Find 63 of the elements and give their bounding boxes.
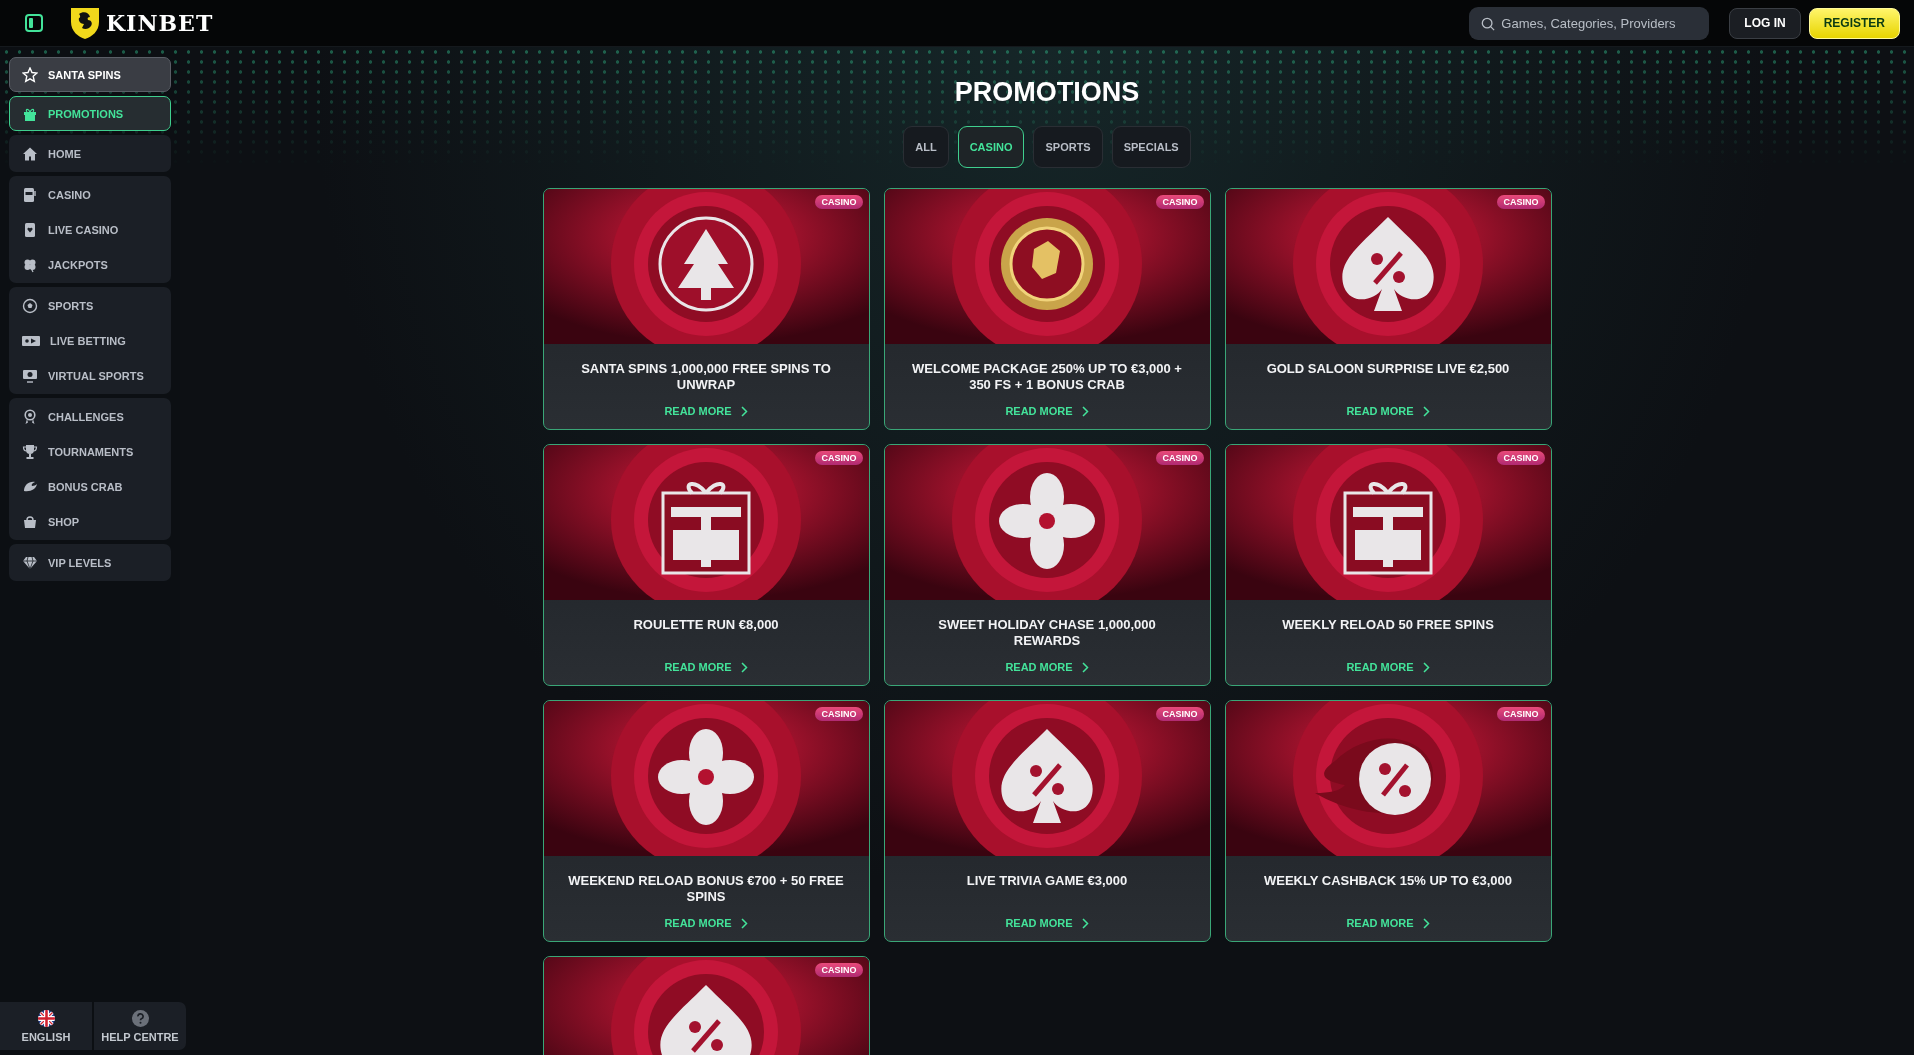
search-field[interactable]: Games, Categories, Providers (1469, 6, 1710, 40)
filter-tab[interactable]: CASINO (957, 126, 1025, 168)
sidebar-item[interactable]: JACKPOTS (9, 247, 171, 282)
promotion-card[interactable]: CASINO WEEKEND RELOAD BONUS €700 + 50 FREE SPINS READ MORE (542, 700, 870, 942)
sidebar-item[interactable]: SPORTS (9, 288, 171, 323)
sidebar-item[interactable]: LIVE BETTING (9, 323, 171, 358)
read-more-link[interactable]: READ MORE (1005, 661, 1089, 673)
promotion-title: WEEKLY RELOAD 50 FREE SPINS (1282, 617, 1494, 633)
category-tag: CASINO (1156, 451, 1204, 465)
help-button[interactable]: HELP CENTRE (94, 1002, 186, 1050)
promotion-title: ROULETTE RUN €8,000 (633, 617, 779, 633)
promotion-title: WELCOME PACKAGE 250% UP TO €3,000 + 350 FS + 1 BONUS CRAB (911, 361, 1183, 393)
sidebar-item[interactable]: TOURNAMENTS (9, 434, 171, 469)
promotion-card[interactable]: CASINO WELCOME PACKAGE 250% UP TO €3,000 + 350 FS + 1 BONUS CRAB READ MORE (883, 188, 1211, 430)
read-more-link[interactable]: READ MORE (664, 917, 748, 929)
sidebar-item[interactable]: BONUS CRAB (9, 469, 171, 504)
promotion-card[interactable]: CASINO GOLD SALOON SURPRISE LIVE €2,500 READ MORE (1224, 188, 1552, 430)
filter-tab[interactable]: ALL (903, 126, 949, 168)
promotion-title: LIVE TRIVIA GAME €3,000 (966, 873, 1128, 889)
sidebar-item[interactable]: HOME (9, 136, 171, 171)
login-button[interactable]: LOG IN (1729, 7, 1801, 39)
read-more-link[interactable]: READ MORE (1346, 661, 1430, 673)
promotion-title: SWEET HOLIDAY CHASE 1,000,000 REWARDS (937, 617, 1157, 649)
sidebar-item[interactable]: VIP LEVELS (9, 545, 171, 580)
promotion-card[interactable]: CASINO SWEET HOLIDAY CHASE 1,000,000 REWARDS READ MORE (883, 444, 1211, 686)
category-tag: CASINO (1497, 195, 1545, 209)
filter-tab[interactable]: SPECIALS (1111, 126, 1191, 168)
sidebar-item[interactable]: VIRTUAL SPORTS (9, 358, 171, 393)
category-tag: CASINO (815, 963, 863, 977)
sidebar-item[interactable]: PROMOTIONS (9, 96, 171, 131)
category-tag: CASINO (1156, 195, 1204, 209)
category-tag: CASINO (815, 195, 863, 209)
promotion-card[interactable]: CASINO WEEKLY RELOAD 50 FREE SPINS READ MORE (1224, 444, 1552, 686)
read-more-link[interactable]: READ MORE (1346, 405, 1430, 417)
sidebar-item[interactable]: CASINO (9, 177, 171, 212)
promotion-card[interactable]: CASINO SANTA SPINS 1,000,000 FREE SPINS TO UNWRAP READ MORE (542, 188, 870, 430)
register-button[interactable]: REGISTER (1808, 7, 1900, 39)
sidebar-item[interactable]: SHOP (9, 504, 171, 539)
category-tag: CASINO (815, 707, 863, 721)
promotion-title: GOLD SALOON SURPRISE LIVE €2,500 (1266, 361, 1510, 377)
filter-tab[interactable]: SPORTS (1033, 126, 1103, 168)
read-more-link[interactable]: READ MORE (1005, 405, 1089, 417)
language-button[interactable]: ENGLISH (0, 1002, 92, 1050)
promotion-title: WEEKEND RELOAD BONUS €700 + 50 FREE SPINS (567, 873, 845, 905)
sidebar-item[interactable]: CHALLENGES (9, 399, 171, 434)
promotion-title: WEEKLY CASHBACK 15% UP TO €3,000 (1263, 873, 1513, 889)
read-more-link[interactable]: READ MORE (664, 661, 748, 673)
promotion-card[interactable]: CASINO WEEKLY CASHBACK 15% UP TO €3,000 READ MORE (1224, 700, 1552, 942)
page-title: PROMOTIONS (954, 77, 1140, 108)
sidebar-item[interactable]: LIVE CASINO (9, 212, 171, 247)
category-tag: CASINO (815, 451, 863, 465)
category-tag: CASINO (1497, 451, 1545, 465)
category-tag: CASINO (1156, 707, 1204, 721)
sidebar-item[interactable]: SANTA SPINS (9, 57, 171, 92)
category-tag: CASINO (1497, 707, 1545, 721)
promotion-title: SANTA SPINS 1,000,000 FREE SPINS TO UNWRAP (580, 361, 832, 393)
promotion-card[interactable]: CASINO LIVE TRIVIA GAME €3,000 READ MORE (883, 700, 1211, 942)
read-more-link[interactable]: READ MORE (1346, 917, 1430, 929)
read-more-link[interactable]: READ MORE (1005, 917, 1089, 929)
logo-text: KINBET (106, 10, 214, 36)
promotion-card[interactable]: CASINO (542, 956, 870, 1055)
read-more-link[interactable]: READ MORE (664, 405, 748, 417)
promotion-card[interactable]: CASINO ROULETTE RUN €8,000 READ MORE (542, 444, 870, 686)
